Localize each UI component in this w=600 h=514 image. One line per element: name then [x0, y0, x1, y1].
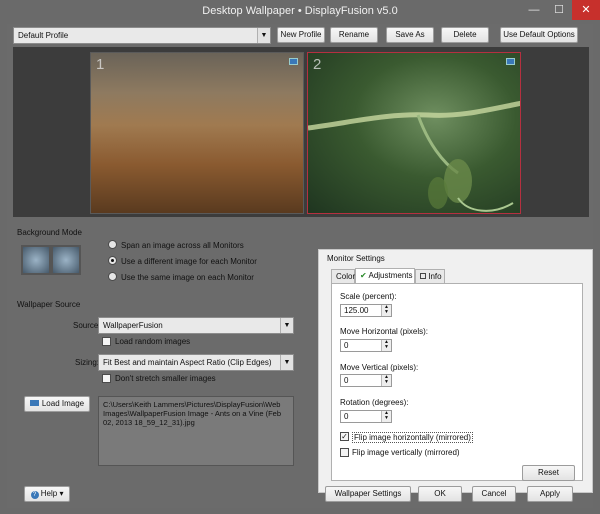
tab-color[interactable]: Color: [331, 269, 355, 283]
rotation-value: 0: [344, 412, 349, 421]
help-label: Help: [40, 489, 58, 498]
tab-info-label: Info: [428, 272, 442, 281]
checkmark-icon: ✔: [360, 271, 367, 280]
rotation-label: Rotation (degrees):: [340, 398, 409, 407]
flip-vertical-checkbox[interactable]: [340, 448, 349, 457]
apply-button[interactable]: Apply: [527, 486, 573, 502]
minimize-button[interactable]: —: [521, 0, 547, 20]
different-image-label: Use a different image for each Monitor: [121, 257, 257, 266]
move-horizontal-label: Move Horizontal (pixels):: [340, 327, 429, 336]
monitor-settings-title: Monitor Settings: [327, 254, 385, 263]
rename-button[interactable]: Rename: [330, 27, 378, 43]
tab-info[interactable]: Info: [415, 269, 445, 283]
info-checkbox-icon: [420, 273, 426, 279]
move-vertical-value: 0: [344, 376, 349, 385]
monitors-illustration: [19, 241, 85, 283]
cancel-button[interactable]: Cancel: [472, 486, 516, 502]
profile-select[interactable]: Default Profile ▼: [13, 27, 271, 44]
sizing-select[interactable]: Fit Best and maintain Aspect Ratio (Clip…: [98, 354, 294, 371]
scale-value: 125.00: [344, 306, 369, 315]
use-default-options-button[interactable]: Use Default Options: [500, 27, 578, 43]
title-bar: Desktop Wallpaper • DisplayFusion v5.0 —…: [0, 0, 600, 24]
monitor-preview: 1 2: [13, 47, 589, 217]
move-vertical-label: Move Vertical (pixels):: [340, 363, 419, 372]
monitor-1-number: 1: [96, 56, 105, 73]
ok-button[interactable]: OK: [418, 486, 462, 502]
tab-adjustments[interactable]: ✔ Adjustments: [355, 268, 415, 283]
sizing-select-value: Fit Best and maintain Aspect Ratio (Clip…: [103, 358, 272, 367]
monitor-icon: [506, 58, 515, 65]
move-vertical-input[interactable]: 0 ▲ ▼: [340, 374, 392, 387]
load-image-label: Load Image: [41, 399, 85, 408]
dont-stretch-label: Don't stretch smaller images: [115, 374, 216, 383]
same-image-label: Use the same image on each Monitor: [121, 273, 254, 282]
load-random-checkbox[interactable]: [102, 337, 111, 346]
close-button[interactable]: ✕: [572, 0, 600, 20]
rotation-input[interactable]: 0 ▲ ▼: [340, 410, 392, 423]
span-image-label: Span an image across all Monitors: [121, 241, 244, 250]
flip-vertical-label: Flip image vertically (mirrored): [352, 448, 460, 457]
move-horizontal-input[interactable]: 0 ▲ ▼: [340, 339, 392, 352]
move-horizontal-value: 0: [344, 341, 349, 350]
same-image-radio[interactable]: [108, 272, 117, 281]
help-icon: ?: [30, 491, 39, 499]
source-select-value: WallpaperFusion: [103, 321, 163, 330]
client-area: Default Profile ▼ New Profile Rename Sav…: [7, 24, 593, 508]
wallpaper-settings-button[interactable]: Wallpaper Settings: [325, 486, 411, 502]
monitor-icon: [289, 58, 298, 65]
chevron-down-icon: ▾: [59, 489, 64, 498]
spinner-arrows-icon[interactable]: ▲ ▼: [381, 340, 391, 351]
spinner-arrows-icon[interactable]: ▲ ▼: [381, 305, 391, 316]
wallpaper-source-label: Wallpaper Source: [17, 300, 81, 309]
monitor-settings-panel: Monitor Settings Color ✔ Adjustments Inf…: [318, 249, 593, 493]
load-image-button[interactable]: Load Image: [24, 396, 90, 412]
monitor-2-preview[interactable]: 2: [307, 52, 521, 214]
dont-stretch-checkbox[interactable]: [102, 374, 111, 383]
image-path-text[interactable]: C:\Users\Keith Lammers\Pictures\DisplayF…: [98, 396, 294, 466]
delete-button[interactable]: Delete: [441, 27, 489, 43]
sizing-label: Sizing:: [75, 358, 100, 367]
save-as-button[interactable]: Save As: [386, 27, 434, 43]
spinner-arrows-icon[interactable]: ▲ ▼: [381, 375, 391, 386]
different-image-radio[interactable]: [108, 256, 117, 265]
desktop-wallpaper-window: Desktop Wallpaper • DisplayFusion v5.0 —…: [0, 0, 600, 514]
chevron-down-icon: ▼: [280, 355, 293, 370]
scale-label: Scale (percent):: [340, 292, 397, 301]
background-mode-label: Background Mode: [17, 228, 82, 237]
adjustments-panel: Scale (percent): 125.00 ▲ ▼ Move Horizont…: [331, 283, 583, 481]
monitor-1-preview[interactable]: 1: [90, 52, 304, 214]
source-label: Source:: [73, 321, 101, 330]
reset-button[interactable]: Reset: [522, 465, 575, 481]
folder-icon: [29, 400, 39, 406]
window-title: Desktop Wallpaper • DisplayFusion v5.0: [202, 5, 398, 17]
flip-horizontal-label: Flip image horizontally (mirrored): [352, 432, 473, 443]
source-select[interactable]: WallpaperFusion ▼: [98, 317, 294, 334]
scale-input[interactable]: 125.00 ▲ ▼: [340, 304, 392, 317]
chevron-down-icon: ▼: [257, 28, 270, 43]
span-image-radio[interactable]: [108, 240, 117, 249]
load-random-label: Load random images: [115, 337, 191, 346]
profile-select-value: Default Profile: [18, 31, 69, 40]
spinner-arrows-icon[interactable]: ▲ ▼: [381, 411, 391, 422]
maximize-button[interactable]: ☐: [546, 0, 572, 20]
tab-adjustments-label: Adjustments: [368, 271, 413, 280]
chevron-down-icon: ▼: [280, 318, 293, 333]
help-button[interactable]: ? Help ▾: [24, 486, 70, 502]
vine-image: [308, 100, 520, 212]
flip-horizontal-checkbox[interactable]: ✓: [340, 432, 349, 441]
new-profile-button[interactable]: New Profile: [277, 27, 325, 43]
